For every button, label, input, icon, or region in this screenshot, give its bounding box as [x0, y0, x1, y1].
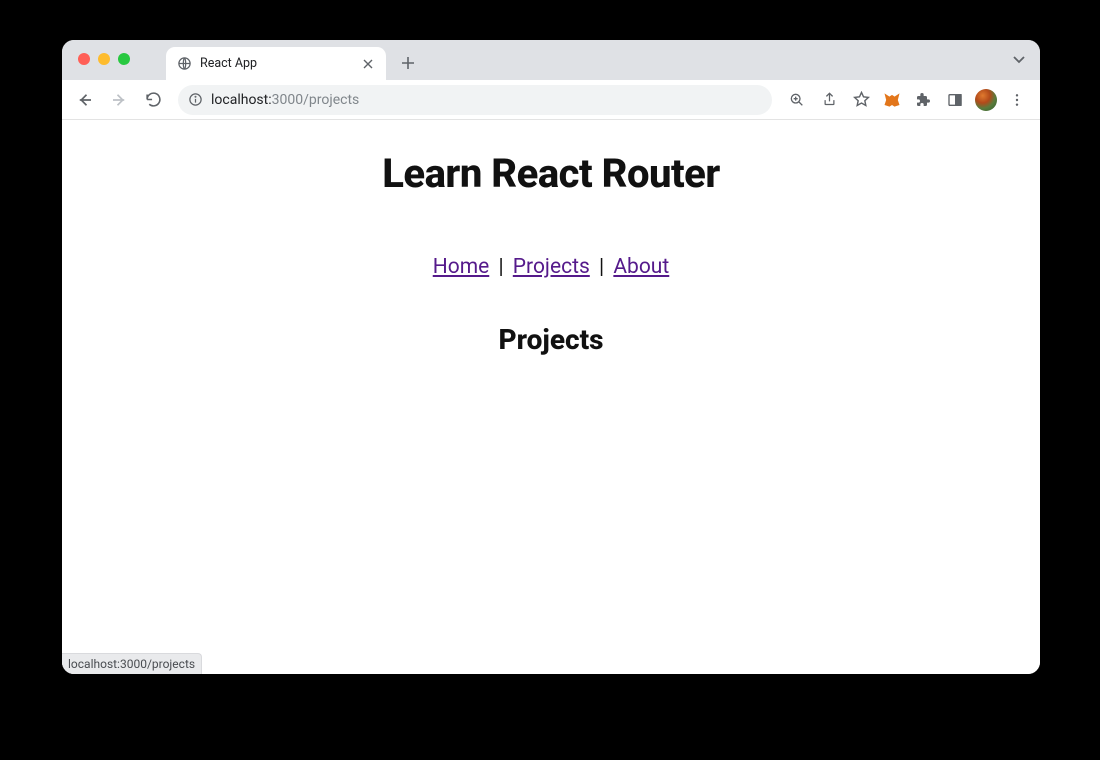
extensions-button[interactable] [908, 85, 938, 115]
globe-icon [176, 56, 192, 72]
profile-avatar[interactable] [972, 86, 1000, 114]
browser-window: React App [62, 40, 1040, 674]
nav-link-home[interactable]: Home [433, 255, 490, 279]
page-viewport: Learn React Router Home | Projects | Abo… [62, 120, 1040, 674]
zoom-button[interactable] [782, 85, 812, 115]
page-subheading: Projects [62, 323, 1040, 356]
forward-button[interactable] [104, 85, 134, 115]
reload-button[interactable] [138, 85, 168, 115]
nav-link-about[interactable]: About [613, 255, 669, 279]
page-heading: Learn React Router [62, 150, 1040, 197]
bookmark-button[interactable] [846, 85, 876, 115]
side-panel-button[interactable] [940, 85, 970, 115]
new-tab-button[interactable] [394, 49, 422, 77]
url-text: localhost:3000/projects [211, 92, 762, 108]
tab-close-button[interactable] [360, 56, 376, 72]
browser-tab[interactable]: React App [166, 47, 386, 80]
window-controls [78, 53, 130, 65]
tab-title: React App [200, 56, 352, 71]
nav-separator: | [594, 255, 610, 279]
address-bar[interactable]: localhost:3000/projects [178, 85, 772, 115]
extension-metamask-icon[interactable] [878, 86, 906, 114]
browser-menu-button[interactable] [1002, 85, 1032, 115]
nav-links: Home | Projects | About [62, 255, 1040, 279]
share-button[interactable] [814, 85, 844, 115]
window-minimize-button[interactable] [98, 53, 110, 65]
browser-toolbar: localhost:3000/projects [62, 80, 1040, 120]
nav-separator: | [493, 255, 509, 279]
back-button[interactable] [70, 85, 100, 115]
site-info-icon[interactable] [188, 92, 203, 107]
nav-link-projects[interactable]: Projects [513, 255, 590, 279]
window-zoom-button[interactable] [118, 53, 130, 65]
status-bar: localhost:3000/projects [62, 653, 202, 674]
window-close-button[interactable] [78, 53, 90, 65]
tab-strip: React App [62, 40, 1040, 80]
tabs-dropdown-button[interactable] [1012, 52, 1026, 66]
toolbar-actions [782, 85, 1032, 115]
